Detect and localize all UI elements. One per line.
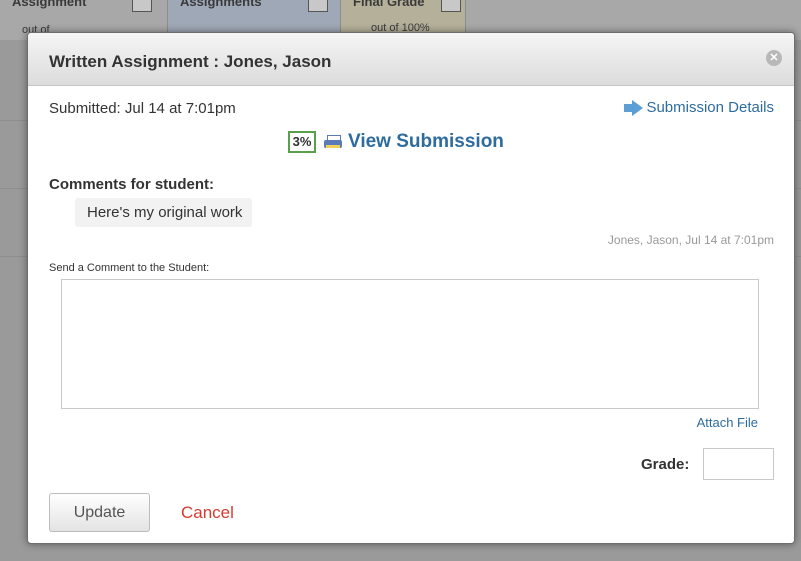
column-title: Assignment <box>12 0 87 9</box>
cancel-link[interactable]: Cancel <box>181 503 234 523</box>
view-submission-link[interactable]: View Submission <box>348 131 504 153</box>
printer-icon[interactable] <box>324 135 342 149</box>
originality-score-badge[interactable]: 3% <box>288 131 316 153</box>
close-icon[interactable]: ✕ <box>766 50 782 66</box>
comment-author-timestamp: Jones, Jason, Jul 14 at 7:01pm <box>607 233 774 247</box>
column-menu-icon <box>132 0 152 12</box>
comment-textarea[interactable] <box>61 279 759 409</box>
view-submission-row: 3% View Submission <box>288 131 504 153</box>
column-menu-icon <box>308 0 328 12</box>
grade-input[interactable] <box>703 448 774 480</box>
dialog-header: Written Assignment : Jones, Jason ✕ <box>28 33 794 86</box>
comments-heading: Comments for student: <box>49 176 214 193</box>
submitted-timestamp: Submitted: Jul 14 at 7:01pm <box>49 100 236 117</box>
attach-file-link[interactable]: Attach File <box>697 415 758 430</box>
arrow-right-icon <box>624 99 644 116</box>
send-comment-label: Send a Comment to the Student: <box>49 262 210 274</box>
grade-label: Grade: <box>641 456 690 473</box>
column-title: Final Grade <box>353 0 425 9</box>
submission-details-link[interactable]: Submission Details <box>624 99 774 116</box>
student-comment: Here's my original work <box>75 198 253 227</box>
column-menu-icon <box>441 0 461 12</box>
dialog-title: Written Assignment : Jones, Jason <box>49 52 332 71</box>
grading-dialog: Written Assignment : Jones, Jason ✕ Subm… <box>27 32 795 544</box>
update-button[interactable]: Update <box>49 493 150 532</box>
submission-details-label[interactable]: Submission Details <box>646 99 774 116</box>
column-title: Assignments <box>180 0 262 9</box>
